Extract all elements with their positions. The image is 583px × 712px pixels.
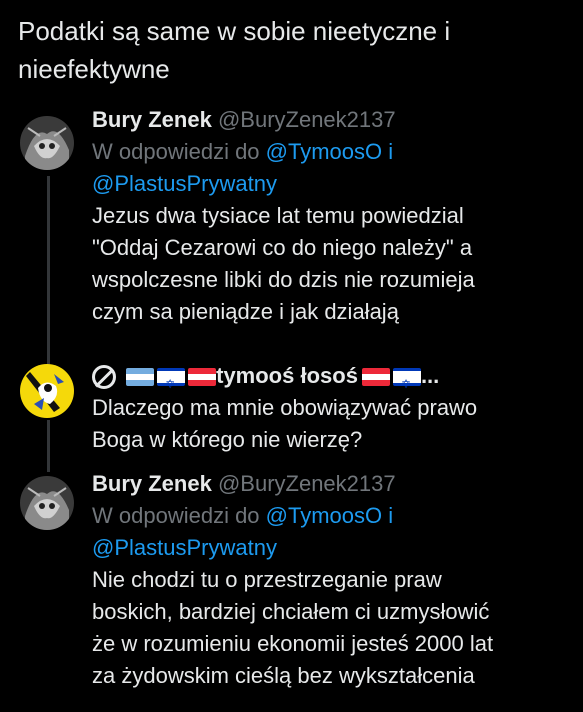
avatar[interactable] xyxy=(20,476,74,530)
post: Bury Zenek @BuryZenek2137 W odpowiedzi d… xyxy=(92,104,572,328)
post-header: Bury Zenek @BuryZenek2137 xyxy=(92,104,572,136)
author-name[interactable]: Bury Zenek xyxy=(92,107,212,132)
post-text-line: czym sa pieniądze i jak działają xyxy=(92,299,399,324)
mention-conjunction: i xyxy=(388,503,394,528)
austria-flag-icon xyxy=(188,368,217,387)
avatar[interactable] xyxy=(20,364,74,418)
quoted-text: Podatki są same w sobie nieetyczne i nie… xyxy=(18,16,451,84)
avatar-image xyxy=(20,476,74,530)
flag-group xyxy=(126,368,217,400)
flag-group xyxy=(361,368,421,400)
mention-link[interactable]: @PlastusPrywatny xyxy=(92,535,277,560)
post: Bury Zenek @BuryZenek2137 W odpowiedzi d… xyxy=(92,468,572,692)
author-handle[interactable]: @BuryZenek2137 xyxy=(218,471,396,496)
mention-link[interactable]: @TymoosO xyxy=(266,503,382,528)
thread-line xyxy=(47,176,50,364)
thread-line xyxy=(47,420,50,472)
post-text-line: "Oddaj Cezarowi co do niego należy" a xyxy=(92,235,473,260)
post-text-line: Dlaczego ma mnie obowiązywać prawo xyxy=(92,395,478,420)
reply-context: W odpowiedzi do @TymoosO i xyxy=(92,500,572,532)
post-text-line: za żydowskim cieślą bez wykształcenia xyxy=(92,663,475,688)
post-header: Bury Zenek @BuryZenek2137 xyxy=(92,468,572,500)
mention-link[interactable]: @TymoosO xyxy=(266,139,382,164)
reply-prefix: W odpowiedzi do xyxy=(92,139,260,164)
israel-flag-icon xyxy=(157,368,186,400)
post-header: tymooś łosoś ... xyxy=(92,360,572,400)
post-text-line: że w rozumieniu ekonomii jesteś 2000 lat xyxy=(92,631,494,656)
author-handle[interactable]: @BuryZenek2137 xyxy=(218,107,396,132)
post-text: Jezus dwa tysiace lat temu powiedzial "O… xyxy=(92,200,572,328)
israel-flag-icon xyxy=(392,368,421,400)
mention-conjunction: i xyxy=(388,139,394,164)
post-text-line: Nie chodzi tu o przestrzeganie praw xyxy=(92,567,442,592)
post-text-line: Jezus dwa tysiace lat temu powiedzial xyxy=(92,203,464,228)
reply-context-cont: @PlastusPrywatny xyxy=(92,168,572,200)
post-text: Dlaczego ma mnie obowiązywać prawo Boga … xyxy=(92,392,572,456)
mention-link[interactable]: @PlastusPrywatny xyxy=(92,171,277,196)
avatar-image xyxy=(20,116,74,170)
reply-context: W odpowiedzi do @TymoosO i xyxy=(92,136,572,168)
reply-context-cont: @PlastusPrywatny xyxy=(92,532,572,564)
post-text: Nie chodzi tu o przestrzeganie praw bosk… xyxy=(92,564,572,692)
author-name[interactable]: Bury Zenek xyxy=(92,471,212,496)
avatar-image xyxy=(20,364,74,418)
argentina-flag-icon xyxy=(126,368,155,387)
post-text-line: Boga w którego nie wierzę? xyxy=(92,427,363,452)
post-text-line: boskich, bardziej chciałem ci uzmysłowić xyxy=(92,599,490,624)
avatar[interactable] xyxy=(20,116,74,170)
post: tymooś łosoś ... Dlaczego ma mnie obowią… xyxy=(92,360,572,456)
reply-prefix: W odpowiedzi do xyxy=(92,503,260,528)
post-text-line: wspolczesne libki do dzis nie rozumieja xyxy=(92,267,475,292)
name-truncation: ... xyxy=(420,363,440,388)
author-name[interactable]: tymooś łosoś xyxy=(216,363,358,388)
no-entry-icon xyxy=(92,365,116,390)
austria-flag-icon xyxy=(361,368,390,387)
